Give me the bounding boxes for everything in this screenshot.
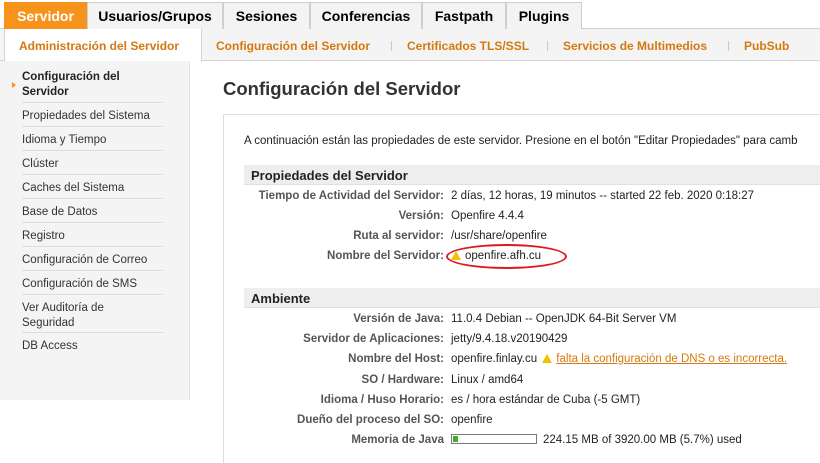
property-label-server-name: Nombre del Servidor: <box>327 250 444 262</box>
memory-usage-bar <box>451 434 537 444</box>
property-value-server-path: /usr/share/openfire <box>451 230 547 242</box>
subtab-divider <box>391 41 392 51</box>
sidebar-item-db-access[interactable]: DB Access <box>22 339 163 354</box>
env-label-locale-timezone: Idioma / Huso Horario: <box>320 394 444 406</box>
env-label-java-version: Versión de Java: <box>353 313 444 325</box>
dns-warning-link[interactable]: falta la configuración de DNS o es incor… <box>556 353 787 365</box>
subtab-administracion-servidor[interactable]: Administración del Servidor <box>4 29 202 62</box>
sidebar-item-label: Configuración del <box>22 71 120 83</box>
env-label-os-hardware: SO / Hardware: <box>361 374 444 386</box>
memory-usage-fill <box>453 436 458 442</box>
sidebar-item-configuracion-correo[interactable]: Configuración de Correo <box>22 253 163 268</box>
env-value-locale-timezone: es / hora estándar de Cuba (-5 GMT) <box>451 394 641 406</box>
intro-text: A continuación están las propiedades de … <box>244 135 798 147</box>
env-label-host-name: Nombre del Host: <box>348 353 444 365</box>
property-value-version: Openfire 4.4.4 <box>451 210 524 222</box>
env-value-host-name: openfire.finlay.cu falta la configuració… <box>451 353 787 365</box>
env-value-app-server: jetty/9.4.18.v20190429 <box>451 333 568 345</box>
host-name-text: openfire.finlay.cu <box>451 353 538 365</box>
env-label-process-owner: Dueño del proceso del SO: <box>297 414 444 426</box>
subtab-certificados-tls[interactable]: Certificados TLS/SSL <box>407 29 529 61</box>
sidebar-item-configuracion-sms[interactable]: Configuración de SMS <box>22 277 163 292</box>
section-title-environment: Ambiente <box>251 291 311 306</box>
sidebar-divider <box>22 126 163 127</box>
sidebar-item-label: Seguridad <box>22 317 75 329</box>
tab-usuarios-grupos[interactable]: Usuarios/Grupos <box>87 2 223 29</box>
tab-servidor[interactable]: Servidor <box>4 2 87 29</box>
page-title: Configuración del Servidor <box>223 78 461 99</box>
sidebar-item-configuracion-servidor[interactable]: Configuración del Servidor <box>22 70 163 100</box>
tab-sesiones[interactable]: Sesiones <box>223 2 310 29</box>
env-label-java-memory: Memoria de Java <box>351 434 444 446</box>
sidebar-divider <box>22 174 163 175</box>
property-label-uptime: Tiempo de Actividad del Servidor: <box>258 190 444 202</box>
warning-icon <box>542 354 553 363</box>
env-label-app-server: Servidor de Aplicaciones: <box>303 333 444 345</box>
section-title-server-properties: Propiedades del Servidor <box>251 168 408 183</box>
sidebar-divider <box>22 150 163 151</box>
env-value-java-memory: 224.15 MB of 3920.00 MB (5.7%) used <box>543 434 742 446</box>
sidebar-divider <box>22 198 163 199</box>
highlight-annotation-oval <box>446 244 567 269</box>
sidebar-item-base-datos[interactable]: Base de Datos <box>22 205 163 220</box>
sub-navigation: Administración del Servidor Configuració… <box>0 29 820 62</box>
sidebar-item-cluster[interactable]: Clúster <box>22 157 163 172</box>
property-value-uptime: 2 días, 12 horas, 19 minutos -- started … <box>451 190 755 202</box>
sidebar-divider <box>22 270 163 271</box>
top-navigation: Servidor Usuarios/Grupos Sesiones Confer… <box>0 0 820 29</box>
property-label-server-path: Ruta al servidor: <box>353 230 444 242</box>
env-value-process-owner: openfire <box>451 414 493 426</box>
sidebar-divider <box>22 246 163 247</box>
env-value-java-version: 11.0.4 Debian -- OpenJDK 64-Bit Server V… <box>451 313 677 325</box>
sidebar-item-label: Ver Auditoría de <box>22 302 104 314</box>
subtab-divider <box>728 41 729 51</box>
tab-conferencias[interactable]: Conferencias <box>310 2 422 29</box>
section-header-environment <box>244 288 820 308</box>
subtab-pubsub[interactable]: PubSub <box>744 29 789 61</box>
subtab-divider <box>547 41 548 51</box>
sidebar-item-idioma-tiempo[interactable]: Idioma y Tiempo <box>22 133 163 148</box>
sidebar-divider <box>22 294 163 295</box>
sidebar-item-auditoria-seguridad[interactable]: Ver Auditoría de Seguridad <box>22 301 163 331</box>
subtab-configuracion-servidor[interactable]: Configuración del Servidor <box>216 29 370 61</box>
subtab-servicios-multimedios[interactable]: Servicios de Multimedios <box>563 29 707 61</box>
sidebar-divider <box>22 102 163 103</box>
sidebar-item-registro[interactable]: Registro <box>22 229 163 244</box>
sidebar-item-label: Servidor <box>22 86 69 98</box>
sidebar-divider <box>22 332 163 333</box>
property-label-version: Versión: <box>398 210 444 222</box>
env-value-os-hardware: Linux / amd64 <box>451 374 524 386</box>
arrow-right-icon <box>12 82 16 88</box>
sidebar-divider <box>22 222 163 223</box>
sidebar-item-propiedades-sistema[interactable]: Propiedades del Sistema <box>22 109 163 124</box>
tab-fastpath[interactable]: Fastpath <box>422 2 506 29</box>
sidebar-item-caches-sistema[interactable]: Caches del Sistema <box>22 181 163 196</box>
tab-plugins[interactable]: Plugins <box>506 2 582 29</box>
